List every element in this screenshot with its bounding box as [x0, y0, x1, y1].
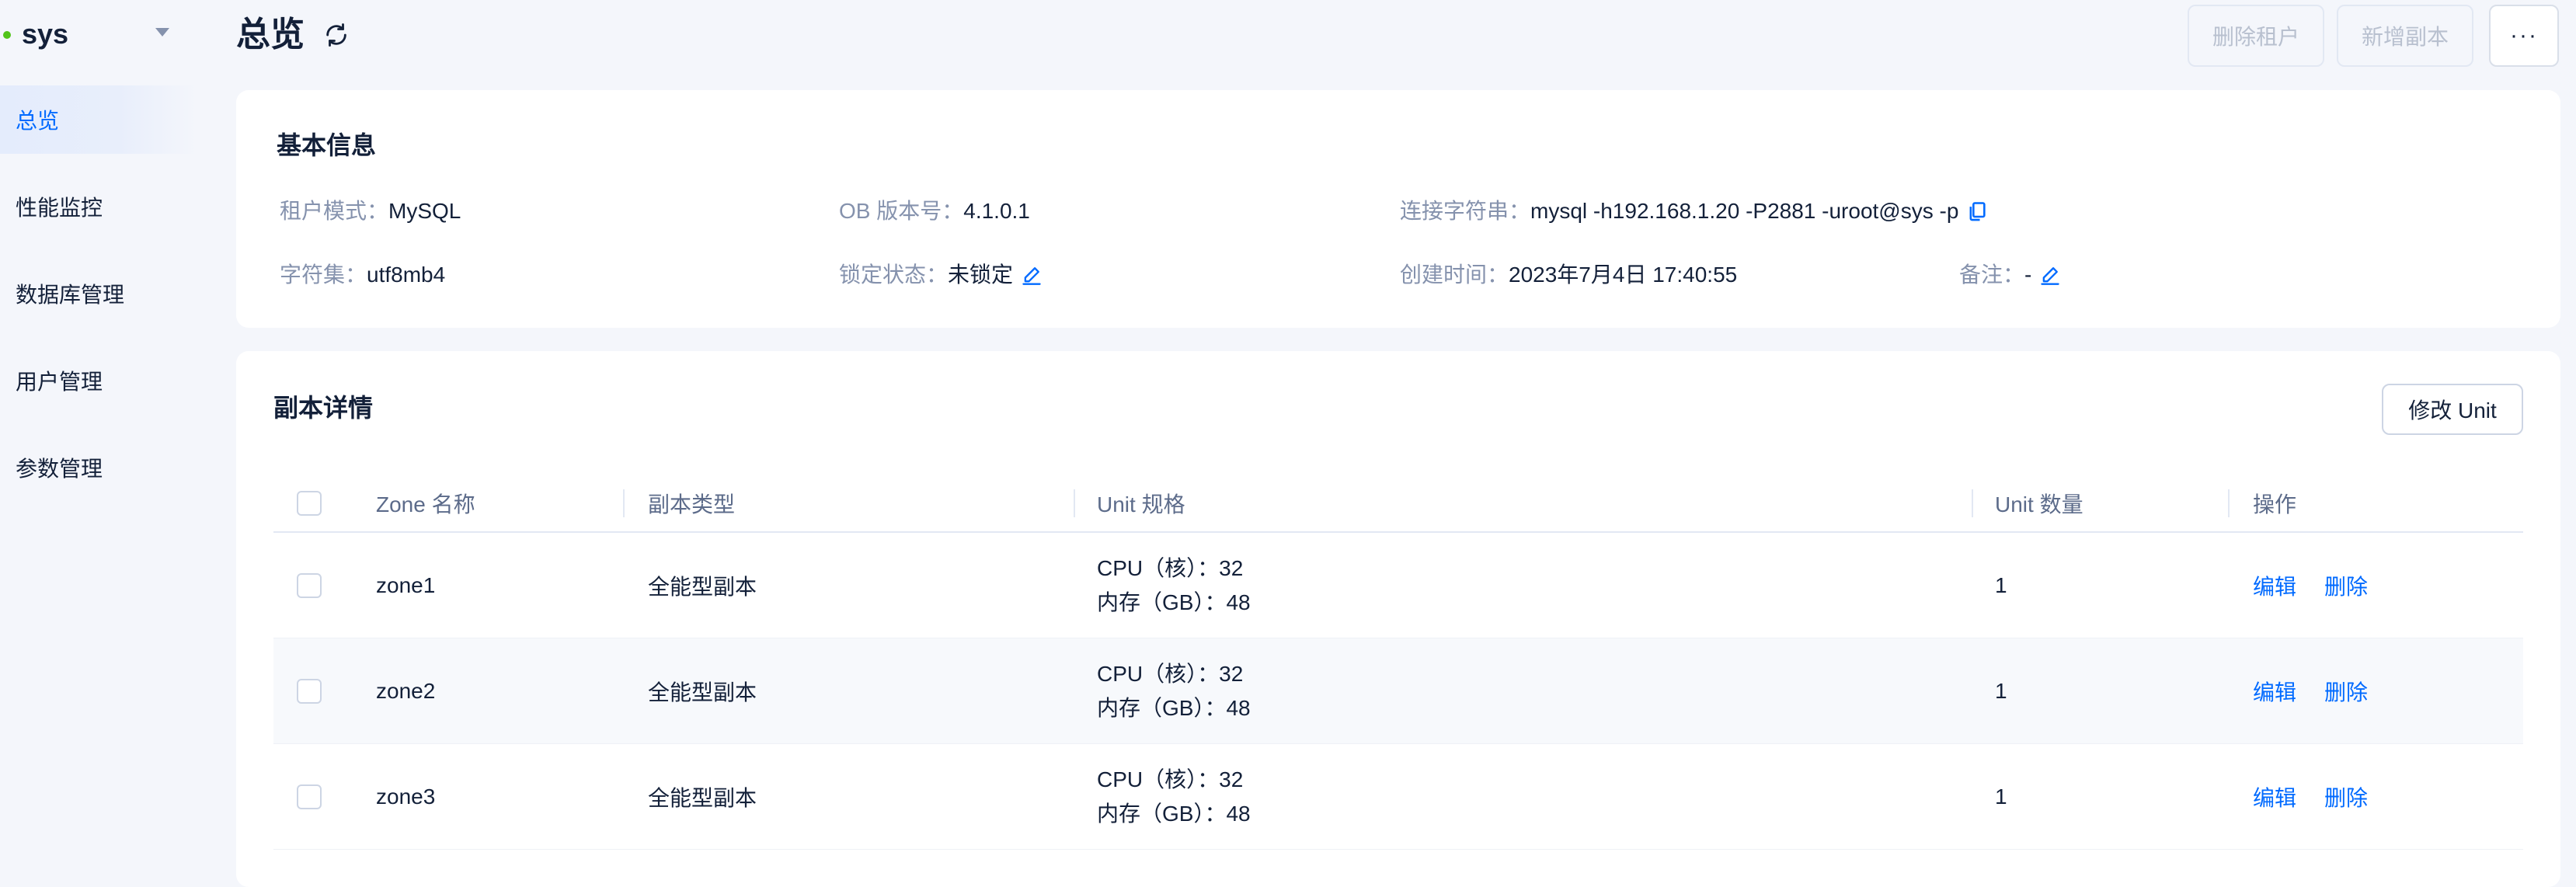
tenant-name: sys: [22, 18, 69, 50]
edit-remark-icon[interactable]: [2039, 264, 2061, 286]
add-replica-button[interactable]: 新增副本: [2337, 5, 2473, 67]
unit-spec-cell: CPU（核）：32 内存（GB）：48: [1097, 533, 1251, 638]
lock-status-value: 未锁定: [948, 263, 1014, 287]
created-time-label: 创建时间：: [1400, 263, 1509, 287]
column-divider: [623, 489, 625, 517]
tenant-mode-field: 租户模式： MySQL: [280, 196, 461, 227]
actions-cell: 编辑 删除: [2253, 744, 2396, 850]
unit-spec-cpu: CPU（核）：32: [1097, 767, 1244, 791]
page-title: 总览: [236, 16, 305, 54]
sidebar-item-performance[interactable]: 性能监控: [0, 172, 197, 241]
column-divider: [2228, 489, 2230, 517]
sidebar-item-label: 参数管理: [16, 457, 103, 481]
sidebar-item-label: 总览: [16, 109, 60, 133]
delete-link[interactable]: 删除: [2324, 781, 2368, 812]
delete-link[interactable]: 删除: [2324, 570, 2368, 601]
remark-value: -: [2024, 263, 2032, 287]
unit-count-cell: 1: [1995, 679, 2007, 703]
unit-spec-memory: 内存（GB）：48: [1097, 802, 1251, 826]
sidebar: sys 总览 性能监控 数据库管理 用户管理 参数管理: [0, 0, 197, 873]
actions-cell: 编辑 删除: [2253, 533, 2396, 638]
unit-count-cell: 1: [1995, 784, 2007, 809]
tenant-switcher[interactable]: sys: [0, 0, 197, 70]
conn-string-field: 连接字符串： mysql -h192.168.1.20 -P2881 -uroo…: [1400, 196, 1988, 227]
replica-type-cell: 全能型副本: [648, 575, 757, 599]
conn-string-value: mysql -h192.168.1.20 -P2881 -uroot@sys -…: [1530, 199, 1959, 223]
row-checkbox-cell: [297, 638, 322, 744]
column-divider: [1074, 489, 1075, 517]
row-checkbox[interactable]: [297, 573, 322, 598]
header-checkbox-cell: [297, 474, 322, 533]
remark-field: 备注： -: [1959, 259, 2061, 290]
row-checkbox[interactable]: [297, 784, 322, 809]
created-time-field: 创建时间： 2023年7月4日 17:40:55: [1400, 259, 1737, 290]
sidebar-item-parameters[interactable]: 参数管理: [0, 433, 197, 502]
ob-version-value: 4.1.0.1: [963, 199, 1030, 223]
zone-name-cell: zone3: [376, 784, 436, 809]
edit-lock-status-icon[interactable]: [1021, 264, 1043, 286]
modify-unit-button[interactable]: 修改 Unit: [2382, 384, 2523, 435]
table-row: zone1 全能型副本 CPU（核）：32 内存（GB）：48 1 编辑 删除: [273, 533, 2523, 638]
replica-details-card: 副本详情 修改 Unit Zone 名称 副本类型 Unit 规格 Unit 数…: [236, 351, 2560, 887]
row-checkbox[interactable]: [297, 679, 322, 704]
unit-spec-memory: 内存（GB）：48: [1097, 590, 1251, 614]
column-divider: [1972, 489, 1973, 517]
delete-tenant-button[interactable]: 删除租户: [2188, 5, 2324, 67]
zone-name-cell: zone1: [376, 573, 436, 597]
sidebar-nav: 总览 性能监控 数据库管理 用户管理 参数管理: [0, 85, 197, 520]
unit-spec-cpu: CPU（核）：32: [1097, 662, 1244, 686]
refresh-icon[interactable]: [323, 22, 350, 48]
conn-string-label: 连接字符串：: [1400, 199, 1531, 223]
tenant-mode-label: 租户模式：: [280, 199, 389, 223]
basic-info-card: 基本信息 租户模式： MySQL OB 版本号： 4.1.0.1 连接字符串： …: [236, 90, 2560, 328]
ob-version-field: OB 版本号： 4.1.0.1: [839, 196, 1030, 227]
created-time-value: 2023年7月4日 17:40:55: [1509, 263, 1738, 287]
sidebar-item-label: 性能监控: [16, 196, 103, 220]
column-header-zone: Zone 名称: [376, 492, 475, 517]
replica-type-cell: 全能型副本: [648, 680, 757, 704]
sidebar-item-overview[interactable]: 总览: [0, 85, 197, 154]
unit-spec-cell: CPU（核）：32 内存（GB）：48: [1097, 638, 1251, 744]
charset-field: 字符集： utf8mb4: [280, 259, 445, 290]
table-row: zone3 全能型副本 CPU（核）：32 内存（GB）：48 1 编辑 删除: [273, 744, 2523, 850]
replica-details-title: 副本详情: [273, 394, 374, 422]
sidebar-item-label: 数据库管理: [16, 283, 125, 307]
lock-status-field: 锁定状态： 未锁定: [839, 259, 1043, 290]
column-header-type: 副本类型: [648, 492, 736, 517]
sidebar-item-users[interactable]: 用户管理: [0, 346, 197, 415]
charset-label: 字符集：: [280, 263, 367, 287]
edit-link[interactable]: 编辑: [2253, 781, 2296, 812]
sidebar-item-database[interactable]: 数据库管理: [0, 259, 197, 328]
charset-value: utf8mb4: [367, 263, 446, 287]
unit-spec-cell: CPU（核）：32 内存（GB）：48: [1097, 744, 1251, 850]
replica-type-cell: 全能型副本: [648, 786, 757, 810]
unit-spec-cpu: CPU（核）：32: [1097, 556, 1244, 580]
delete-link[interactable]: 删除: [2324, 676, 2368, 707]
copy-icon[interactable]: [1966, 200, 1988, 222]
edit-link[interactable]: 编辑: [2253, 570, 2296, 601]
column-header-actions: 操作: [2253, 492, 2297, 517]
tenant-mode-value: MySQL: [388, 199, 461, 223]
replica-table: Zone 名称 副本类型 Unit 规格 Unit 数量 操作 zone1 全能…: [273, 474, 2523, 850]
row-checkbox-cell: [297, 744, 322, 850]
table-row: zone2 全能型副本 CPU（核）：32 内存（GB）：48 1 编辑 删除: [273, 638, 2523, 744]
remark-label: 备注：: [1959, 263, 2025, 287]
more-actions-button[interactable]: ···: [2489, 5, 2559, 67]
table-header: Zone 名称 副本类型 Unit 规格 Unit 数量 操作: [273, 474, 2523, 533]
select-all-checkbox[interactable]: [297, 491, 322, 516]
lock-status-label: 锁定状态：: [839, 263, 949, 287]
basic-info-title: 基本信息: [277, 131, 377, 159]
sidebar-item-label: 用户管理: [16, 370, 103, 394]
unit-spec-memory: 内存（GB）：48: [1097, 696, 1251, 720]
unit-count-cell: 1: [1995, 573, 2007, 597]
row-checkbox-cell: [297, 533, 322, 638]
tenant-status-dot: [3, 31, 11, 39]
caret-down-icon: [155, 28, 169, 37]
zone-name-cell: zone2: [376, 679, 436, 703]
edit-link[interactable]: 编辑: [2253, 676, 2296, 707]
column-header-count: Unit 数量: [1995, 492, 2083, 517]
actions-cell: 编辑 删除: [2253, 638, 2396, 744]
column-header-spec: Unit 规格: [1097, 492, 1185, 517]
ob-version-label: OB 版本号：: [839, 199, 964, 223]
